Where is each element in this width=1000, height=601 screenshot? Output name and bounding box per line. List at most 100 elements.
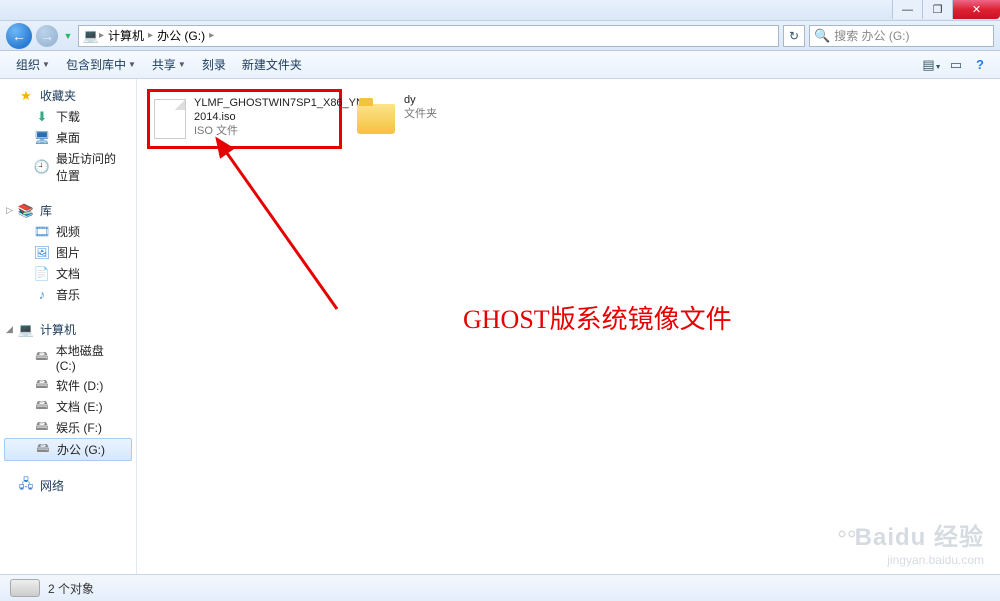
toolbar-view-button[interactable]: ▤▼ [920,57,944,73]
document-icon: 📄 [34,266,50,282]
expand-icon: ◢ [6,324,13,335]
sidebar-item-documents[interactable]: 📄 文档 [0,263,136,284]
tree-label: 最近访问的位置 [56,150,126,184]
window-close-button[interactable]: ✕ [952,0,1000,19]
folder-icon [357,104,395,134]
tree-label: 文档 [56,265,80,282]
tree-label: 软件 (D:) [56,377,103,394]
file-icon [356,93,396,139]
status-count: 2 个对象 [48,580,94,597]
sidebar-item-drive-d[interactable]: 🖴 软件 (D:) [0,375,136,396]
file-item-iso[interactable]: YLMF_GHOSTWIN7SP1_X86_YN 2014.iso ISO 文件 [147,89,342,149]
main-area: ★ 收藏夹 ⬇ 下载 🖥 桌面 🕘 最近访问的位置 ▷ 📚 库 [0,79,1000,574]
library-icon: 📚 [18,203,34,219]
tree-label: 娱乐 (F:) [56,419,102,436]
search-input[interactable]: 🔍 搜索 办公 (G:) [809,25,994,47]
file-list-pane[interactable]: YLMF_GHOSTWIN7SP1_X86_YN 2014.iso ISO 文件… [137,79,1000,574]
file-item-folder[interactable]: dy 文件夹 [352,89,547,143]
nav-forward-button[interactable]: → [36,25,58,47]
drive-icon: 🖴 [35,442,51,458]
sidebar-item-drive-e[interactable]: 🖴 文档 (E:) [0,396,136,417]
file-text: YLMF_GHOSTWIN7SP1_X86_YN 2014.iso ISO 文件 [194,96,364,142]
tree-computer-header[interactable]: ◢ 💻 计算机 [0,319,136,340]
sidebar-item-drive-c[interactable]: 🖴 本地磁盘 (C:) [0,340,136,375]
drive-icon: 🖴 [34,399,50,415]
recent-icon: 🕘 [34,159,50,175]
status-drive-icon [10,579,40,597]
address-row: ← → ▼ 💻 ▸ 计算机 ▸ 办公 (G:) ▸ ↻ 🔍 搜索 办公 (G:) [0,21,1000,51]
tree-label: 图片 [56,244,80,261]
tree-label: 下载 [56,108,80,125]
toolbar-include-in-library[interactable]: 包含到库中▼ [58,56,144,73]
drive-icon: 🖴 [34,378,50,394]
tree-label: 音乐 [56,286,80,303]
nav-back-button[interactable]: ← [6,23,32,49]
picture-icon: 🖼 [34,245,50,261]
tree-label: 文档 (E:) [56,398,103,415]
tree-label: 库 [40,202,52,219]
toolbar-organize[interactable]: 组织▼ [8,56,58,73]
toolbar-burn[interactable]: 刻录 [194,56,234,73]
navigation-pane: ★ 收藏夹 ⬇ 下载 🖥 桌面 🕘 最近访问的位置 ▷ 📚 库 [0,79,137,574]
toolbar: 组织▼ 包含到库中▼ 共享▼ 刻录 新建文件夹 ▤▼ ▭ ? [0,51,1000,79]
tree-label: 办公 (G:) [57,441,105,458]
toolbar-help-button[interactable]: ? [968,57,992,72]
file-name: 2014.iso [194,110,364,124]
sidebar-item-desktop[interactable]: 🖥 桌面 [0,127,136,148]
sidebar-item-music[interactable]: ♪ 音乐 [0,284,136,305]
toolbar-preview-pane-button[interactable]: ▭ [944,57,968,73]
file-name: YLMF_GHOSTWIN7SP1_X86_YN [194,96,364,110]
breadcrumb-sep-icon: ▸ [209,30,214,41]
refresh-button[interactable]: ↻ [783,25,805,47]
nav-history-dropdown[interactable]: ▼ [62,31,74,41]
address-bar[interactable]: 💻 ▸ 计算机 ▸ 办公 (G:) ▸ [78,25,779,47]
window-maximize-button[interactable]: ❐ [922,0,952,19]
toolbar-new-folder[interactable]: 新建文件夹 [234,56,310,73]
sidebar-item-downloads[interactable]: ⬇ 下载 [0,106,136,127]
status-bar: 2 个对象 [0,574,1000,601]
breadcrumb-computer[interactable]: 计算机 [104,27,148,44]
file-icon [154,96,186,142]
tree-network-header[interactable]: 🖧 网络 [0,475,136,496]
music-icon: ♪ [34,287,50,303]
window-minimize-button[interactable]: — [892,0,922,19]
watermark-url: jingyan.baidu.com [835,553,984,567]
paw-icon: ∘∘ [835,521,855,546]
tree-label: 计算机 [40,321,76,338]
tree-label: 收藏夹 [40,87,76,104]
sidebar-item-recent[interactable]: 🕘 最近访问的位置 [0,148,136,186]
breadcrumb-drive[interactable]: 办公 (G:) [153,27,209,44]
toolbar-share[interactable]: 共享▼ [144,56,194,73]
sidebar-item-pictures[interactable]: 🖼 图片 [0,242,136,263]
sidebar-item-drive-g[interactable]: 🖴 办公 (G:) [4,438,132,461]
tree-network: 🖧 网络 [0,475,136,496]
tree-favorites-header[interactable]: ★ 收藏夹 [0,85,136,106]
computer-icon: 💻 [18,322,34,338]
watermark-brand: Baidu 经验 [855,524,984,551]
network-icon: 🖧 [18,478,34,494]
file-type: 文件夹 [404,107,437,121]
tree-label: 网络 [40,477,64,494]
tree-libraries: ▷ 📚 库 🎞 视频 🖼 图片 📄 文档 ♪ 音乐 [0,200,136,305]
file-row: YLMF_GHOSTWIN7SP1_X86_YN 2014.iso ISO 文件… [137,79,1000,159]
search-placeholder: 搜索 办公 (G:) [834,27,909,44]
tree-label: 桌面 [56,129,80,146]
file-name: dy [404,93,437,107]
tree-label: 本地磁盘 (C:) [56,342,126,373]
sidebar-item-drive-f[interactable]: 🖴 娱乐 (F:) [0,417,136,438]
desktop-icon: 🖥 [34,130,50,146]
drive-icon: 🖴 [34,350,50,366]
annotation-text: GHOST版系统镜像文件 [463,299,732,336]
expand-icon: ▷ [6,205,13,216]
tree-computer: ◢ 💻 计算机 🖴 本地磁盘 (C:) 🖴 软件 (D:) 🖴 文档 (E:) … [0,319,136,461]
window-titlebar: — ❐ ✕ [0,0,1000,21]
search-icon: 🔍 [814,28,830,44]
tree-favorites: ★ 收藏夹 ⬇ 下载 🖥 桌面 🕘 最近访问的位置 [0,85,136,186]
video-icon: 🎞 [34,224,50,240]
download-icon: ⬇ [34,109,50,125]
star-icon: ★ [18,88,34,104]
sidebar-item-videos[interactable]: 🎞 视频 [0,221,136,242]
tree-libraries-header[interactable]: ▷ 📚 库 [0,200,136,221]
computer-icon: 💻 [83,28,99,44]
file-type: ISO 文件 [194,124,364,138]
